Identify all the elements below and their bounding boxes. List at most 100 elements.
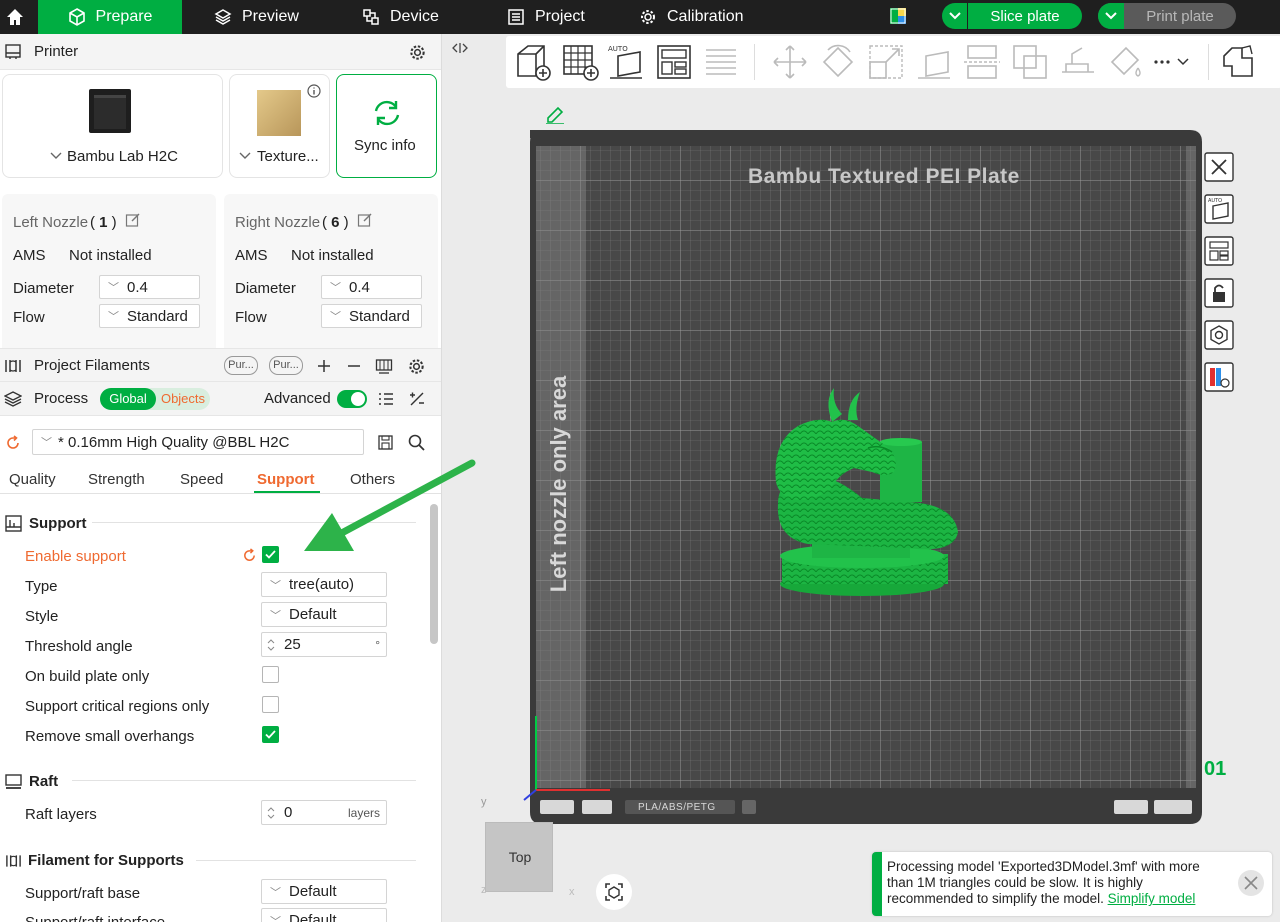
threshold-angle-spinner[interactable]: 25 ° — [261, 632, 387, 657]
add-object-icon[interactable] — [512, 42, 552, 82]
support-base-select[interactable]: ﹀ Default — [261, 879, 387, 904]
lock-icon[interactable] — [1204, 278, 1234, 308]
axis-y-label: y — [481, 796, 487, 808]
plate-settings-icon[interactable] — [1204, 320, 1234, 350]
reset-icon[interactable] — [5, 435, 21, 451]
toggle-objects[interactable]: Objects — [158, 388, 208, 410]
chevron-down-icon[interactable] — [50, 152, 62, 160]
gear-icon[interactable] — [408, 358, 425, 375]
compare-icon[interactable] — [409, 391, 425, 407]
device-icon — [363, 9, 379, 25]
tab-device[interactable]: Device — [362, 0, 439, 34]
check-icon — [265, 730, 276, 739]
printer-section-title: Printer — [34, 43, 79, 60]
nozzle-number: ( 1 ) — [90, 214, 117, 231]
rotate-icon[interactable] — [818, 42, 858, 82]
type-label: Type — [25, 578, 58, 595]
plate-material-tag: PLA/ABS/PETG — [638, 802, 716, 813]
raft-layers-spinner[interactable]: 0 layers — [261, 800, 387, 825]
printer-card[interactable]: Bambu Lab H2C — [2, 74, 223, 178]
info-icon[interactable] — [307, 84, 321, 98]
simplify-model-link[interactable]: Simplify model — [1108, 891, 1196, 906]
chevron-down-icon[interactable] — [942, 3, 968, 29]
minus-icon[interactable] — [347, 359, 361, 373]
lay-on-face-icon[interactable] — [914, 42, 954, 82]
tab-strength[interactable]: Strength — [88, 471, 145, 488]
tab-project[interactable]: Project — [507, 0, 585, 34]
close-icon[interactable] — [1204, 152, 1234, 182]
cut-icon[interactable] — [962, 42, 1002, 82]
split-icon[interactable] — [702, 42, 742, 82]
color-paint-icon[interactable] — [1106, 42, 1146, 82]
auto-orient-icon[interactable]: AUTO — [606, 42, 646, 82]
filament-map-icon[interactable] — [1204, 362, 1234, 392]
print-plate-button[interactable]: Print plate — [1098, 3, 1236, 29]
advanced-switch[interactable] — [337, 390, 367, 408]
tab-calibration[interactable]: Calibration — [639, 0, 743, 34]
move-icon[interactable] — [770, 42, 810, 82]
collapse-sidebar-button[interactable] — [450, 38, 470, 58]
list-icon[interactable] — [378, 392, 394, 406]
chevron-down-icon[interactable] — [1098, 3, 1124, 29]
plus-icon[interactable] — [317, 359, 331, 373]
chevron-down-icon[interactable] — [239, 152, 251, 160]
more-options-icon[interactable] — [1152, 52, 1192, 72]
reset-icon[interactable] — [242, 548, 257, 563]
svg-text:AUTO: AUTO — [1208, 198, 1222, 204]
save-icon[interactable] — [378, 435, 393, 450]
toggle-global[interactable]: Global — [100, 388, 156, 410]
gear-icon[interactable] — [409, 44, 426, 61]
spinner-arrows-icon[interactable] — [266, 637, 276, 653]
support-style-select[interactable]: ﹀ Default — [261, 602, 387, 627]
edit-icon[interactable] — [125, 212, 141, 228]
filament-chip[interactable]: Pur... — [269, 356, 303, 375]
slice-plate-button[interactable]: Slice plate — [942, 3, 1082, 29]
diameter-select[interactable]: ﹀ 0.4 — [321, 275, 422, 299]
flow-select[interactable]: ﹀ Standard — [321, 304, 422, 328]
arrange-plate-icon[interactable] — [1204, 236, 1234, 266]
tab-quality[interactable]: Quality — [9, 471, 56, 488]
search-icon[interactable] — [408, 434, 425, 451]
plate-card[interactable]: Texture... — [229, 74, 330, 178]
remove-overhangs-checkbox[interactable] — [262, 726, 279, 743]
flow-select[interactable]: ﹀ Standard — [99, 304, 200, 328]
notification-toast: Processing model 'Exported3DModel.3mf' w… — [872, 852, 1272, 916]
edit-plate-name-icon[interactable] — [544, 104, 566, 124]
enable-support-checkbox[interactable] — [262, 546, 279, 563]
scale-icon[interactable] — [866, 42, 906, 82]
support-paint-icon[interactable] — [1058, 42, 1098, 82]
close-notification-button[interactable] — [1238, 870, 1264, 896]
tab-preview[interactable]: Preview — [214, 0, 299, 34]
support-interface-select[interactable]: ﹀ Default — [261, 908, 387, 922]
critical-regions-checkbox[interactable] — [262, 696, 279, 713]
printer-image-icon — [89, 89, 131, 133]
slice-plate-label: Slice plate — [990, 7, 1060, 25]
home-button[interactable] — [0, 0, 30, 34]
dragon-model[interactable] — [768, 386, 968, 602]
assembly-icon[interactable] — [1218, 42, 1258, 82]
ams-label: AMS — [13, 247, 46, 264]
build-plate-only-checkbox[interactable] — [262, 666, 279, 683]
3d-viewport[interactable]: AUTO Bambu Textured PEI Plate PLA/ABS/PE… — [442, 34, 1280, 922]
nozzle-number: ( 6 ) — [322, 214, 349, 231]
multicolor-icon[interactable] — [890, 8, 906, 24]
spinner-arrows-icon[interactable] — [266, 805, 276, 821]
global-objects-toggle[interactable]: Global Objects — [100, 388, 210, 410]
filament-sync-icon[interactable] — [375, 357, 393, 375]
arrange-icon[interactable] — [654, 42, 694, 82]
filament-chip[interactable]: Pur... — [224, 356, 258, 375]
sync-info-button[interactable]: Sync info — [336, 74, 437, 178]
tab-prepare[interactable]: Prepare — [38, 0, 182, 34]
process-preset-select[interactable]: ﹀ * 0.16mm High Quality @BBL H2C — [32, 429, 364, 455]
auto-orient-plate-icon[interactable]: AUTO — [1204, 194, 1234, 224]
diameter-select[interactable]: ﹀ 0.4 — [99, 275, 200, 299]
support-base-label: Support/raft base — [25, 885, 141, 902]
view-cube[interactable]: Top — [485, 822, 553, 892]
reset-view-button[interactable] — [596, 874, 632, 910]
add-plate-icon[interactable] — [560, 42, 600, 82]
support-type-select[interactable]: ﹀ tree(auto) — [261, 572, 387, 597]
boolean-icon[interactable] — [1010, 42, 1050, 82]
tab-speed[interactable]: Speed — [180, 471, 223, 488]
edit-icon[interactable] — [357, 212, 373, 228]
diameter-label: Diameter — [235, 280, 296, 297]
